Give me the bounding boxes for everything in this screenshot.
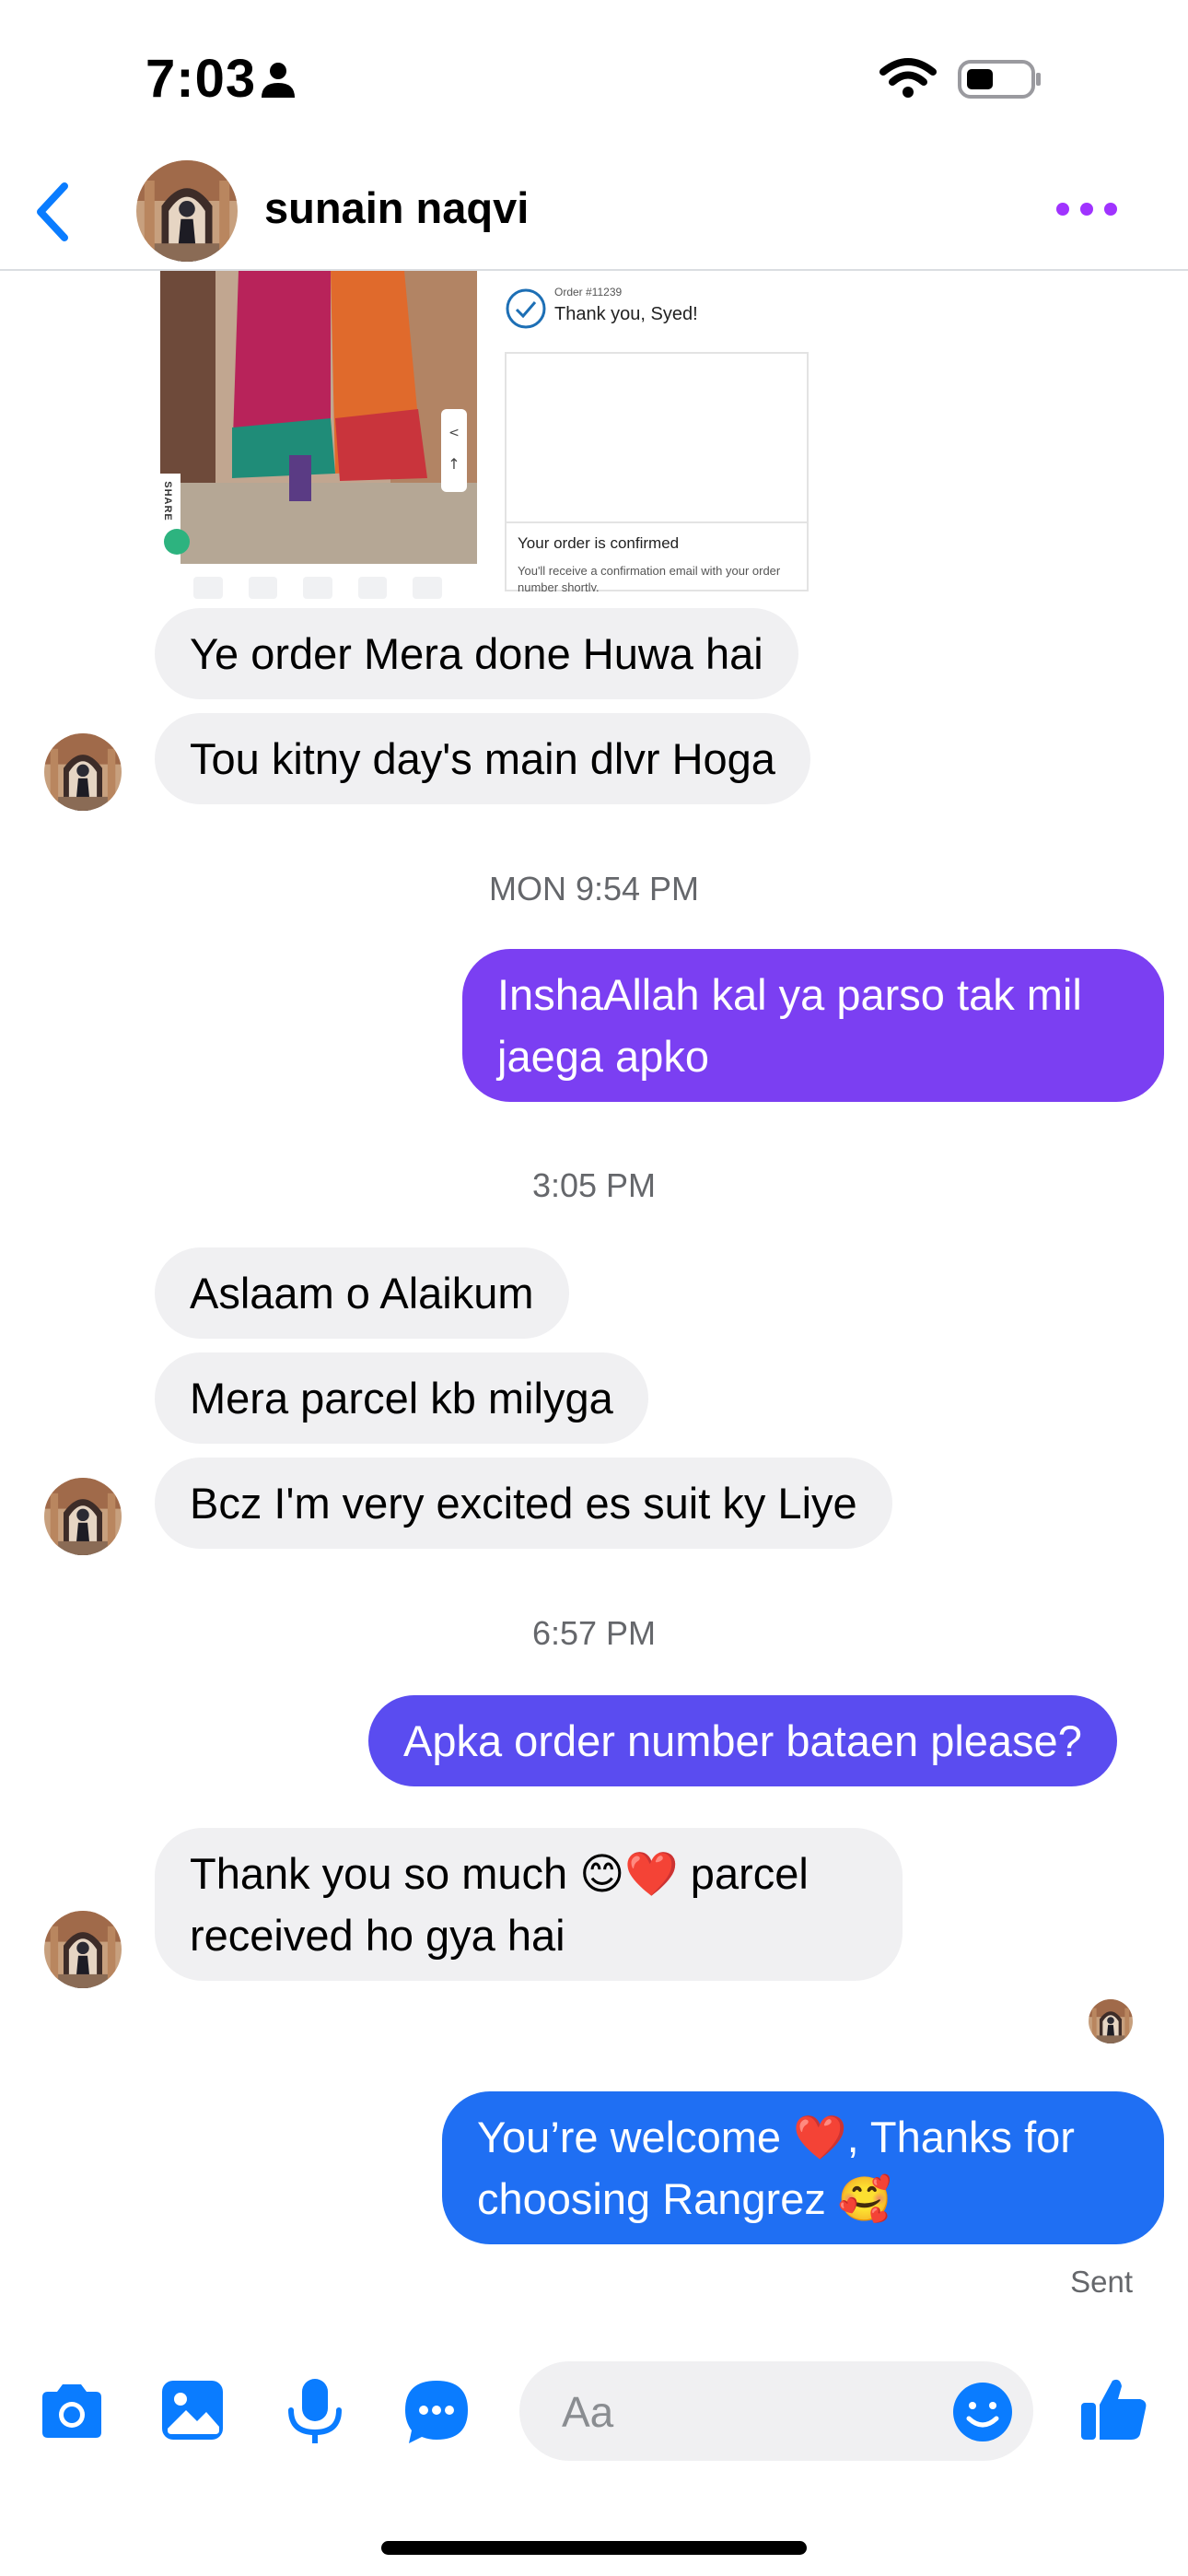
incoming-message[interactable]: Bcz I'm very excited es suit ky Liye [155, 1458, 892, 1549]
message-text: Mera parcel kb milyga [190, 1374, 613, 1423]
seen-indicator-avatar [1089, 1999, 1133, 2043]
sender-avatar[interactable] [44, 1911, 122, 1988]
message-timestamp: MON 9:54 PM [488, 870, 700, 907]
message-text: Tou kitny day's main dlvr Hoga [190, 734, 775, 783]
share-label: SHARE [161, 481, 173, 521]
thumbnail [303, 577, 332, 599]
message-text: Thank you so much [190, 1849, 580, 1898]
wifi-icon [879, 58, 937, 98]
incoming-message[interactable]: Aslaam o Alaikum [155, 1247, 569, 1339]
thumbnail [413, 577, 442, 599]
receipt-order-number: Order #11239 [554, 286, 623, 299]
attachment-thumbnails [193, 577, 442, 599]
message-text: Apka order number bataen please? [403, 1716, 1082, 1765]
message-timestamp: 6:57 PM [531, 1614, 657, 1652]
thumbnail [248, 577, 278, 599]
check-circle-icon [506, 288, 546, 329]
message-text: Bcz I'm very excited es suit ky Liye [190, 1479, 857, 1528]
contact-name[interactable]: sunain naqvi [264, 182, 529, 233]
message-text: choosing Rangrez [477, 2174, 838, 2223]
smiley-icon[interactable] [950, 2380, 1015, 2444]
message-text-line: Thank you so much 😊❤️ parcel [190, 1843, 868, 1904]
emoji-smile-heart: 😊❤️ [579, 1849, 679, 1898]
message-text-line: received ho gya hai [190, 1911, 565, 1960]
incoming-message[interactable]: Ye order Mera done Huwa hai [155, 608, 798, 699]
receipt-confirmed-desc-2: number shortly. [518, 580, 600, 591]
receipt-thank-you: Thank you, Syed! [554, 304, 698, 324]
message-text-line: You’re welcome ❤️, Thanks for [477, 2106, 1129, 2168]
back-button[interactable] [28, 177, 79, 247]
thumbnail [357, 577, 388, 599]
more-options-button[interactable] [1050, 193, 1124, 225]
emoji-heart: ❤️ [793, 2113, 847, 2161]
delivery-status: Sent [1070, 2265, 1133, 2299]
sender-avatar[interactable] [44, 733, 122, 811]
person-icon [262, 63, 295, 98]
message-timestamp: 3:05 PM [531, 1166, 657, 1204]
image-icon[interactable] [157, 2373, 230, 2447]
receipt-confirmed-title: Your order is confirmed [518, 534, 680, 552]
outgoing-message[interactable]: Apka order number bataen please? [368, 1695, 1117, 1786]
outgoing-message[interactable]: You’re welcome ❤️, Thanks for choosing R… [442, 2091, 1164, 2244]
photo-attachment[interactable]: < ↑ SHARE [160, 271, 477, 564]
svg-text:<: < [448, 426, 460, 440]
microphone-icon[interactable] [278, 2375, 352, 2449]
incoming-message[interactable]: Mera parcel kb milyga [155, 1352, 648, 1444]
emoji-smiling-hearts: 🥰 [837, 2174, 892, 2223]
battery-icon [958, 60, 1041, 99]
chat-bubble-dots-icon[interactable] [400, 2375, 473, 2449]
thumbs-up-icon[interactable] [1077, 2371, 1151, 2445]
order-receipt-attachment[interactable]: Order #11239 Thank you, Syed! Your order… [494, 271, 818, 591]
message-text: Ye order Mera done Huwa hai [190, 629, 763, 678]
sender-avatar[interactable] [44, 1478, 122, 1555]
incoming-message[interactable]: Thank you so much 😊❤️ parcel received ho… [155, 1828, 903, 1981]
receipt-confirmed-desc-1: You'll receive a confirmation email with… [518, 564, 781, 578]
svg-text:↑: ↑ [448, 455, 460, 473]
incoming-message[interactable]: Tou kitny day's main dlvr Hoga [155, 713, 810, 804]
outgoing-message[interactable]: InshaAllah kal ya parso tak mil jaega ap… [462, 949, 1164, 1102]
receipt-map-box [505, 352, 809, 591]
message-text: , Thanks for [846, 2113, 1075, 2161]
thumbnail [193, 577, 223, 599]
message-text: You’re welcome [477, 2113, 794, 2161]
message-text: parcel [678, 1849, 809, 1898]
message-input[interactable] [560, 2380, 932, 2444]
message-text-line: InshaAllah kal ya parso tak mil [497, 970, 1082, 1019]
status-time: 7:03 [146, 49, 257, 109]
camera-icon[interactable] [35, 2375, 109, 2449]
message-text-line: jaega apko [497, 1032, 709, 1081]
message-text: Aslaam o Alaikum [190, 1269, 534, 1317]
message-input-field[interactable] [519, 2361, 1033, 2461]
message-text-line: choosing Rangrez 🥰 [477, 2168, 1129, 2230]
receipt-divider [505, 521, 809, 523]
home-indicator [381, 2541, 807, 2555]
contact-avatar[interactable] [136, 160, 238, 262]
